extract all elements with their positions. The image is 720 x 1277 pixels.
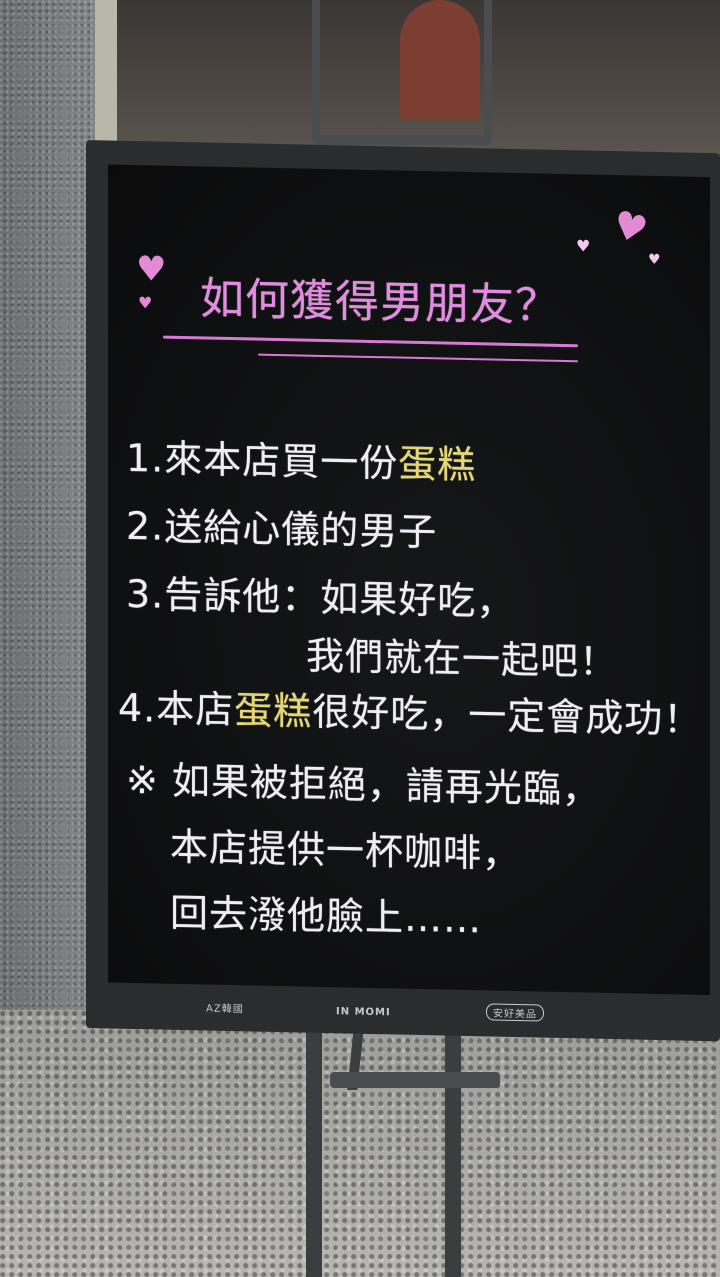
note-line-1: ※ 如果被拒絕，請再光臨， (126, 757, 601, 812)
step-1: 1.來本店買一份蛋糕 (126, 427, 476, 489)
heart-icon: ♥ (136, 249, 167, 290)
brand-label: AZ韓國 (206, 1003, 244, 1016)
title-underline (163, 335, 578, 348)
heart-icon: ♥ (648, 251, 661, 269)
step-4-text: 4.本店 (118, 685, 235, 733)
chalkboard-surface: ♥ ♥ ♥ ♥ ♥ 如何獲得男朋友？ 1.來本店買一份蛋糕 2.送給心儀的男子 … (108, 164, 710, 996)
board-title: 如何獲得男朋友？ (200, 273, 560, 332)
step-3: 3.告訴他：如果好吃， (126, 571, 516, 624)
note-line-2: 本店提供一杯咖啡， (170, 824, 522, 877)
easel-leg (306, 1000, 322, 1277)
heart-icon: ♥ (138, 293, 153, 313)
easel-leg (445, 1000, 461, 1277)
easel-crossbar (330, 1072, 500, 1088)
step-4: 4.本店蛋糕很好吃，一定會成功！ (118, 677, 702, 744)
note-line-3: 回去潑他臉上…… (170, 890, 483, 942)
brand-label: IN MOMI (336, 1006, 391, 1019)
window-frame (95, 0, 117, 150)
easel-handle (312, 0, 492, 145)
title-underline (258, 353, 578, 363)
heart-icon: ♥ (607, 201, 653, 254)
step-3-continued: 我們就在一起吧！ (306, 633, 619, 685)
chalkboard: ♥ ♥ ♥ ♥ ♥ 如何獲得男朋友？ 1.來本店買一份蛋糕 2.送給心儀的男子 … (86, 140, 720, 1042)
cake-highlight: 蛋糕 (398, 441, 477, 488)
brand-label: 安好美品 (486, 1003, 544, 1022)
cake-highlight: 蛋糕 (234, 688, 313, 734)
heart-icon: ♥ (576, 236, 591, 256)
photo-scene: ♥ ♥ ♥ ♥ ♥ 如何獲得男朋友？ 1.來本店買一份蛋糕 2.送給心儀的男子 … (0, 0, 720, 1277)
step-4-suffix: 很好吃，一定會成功！ (312, 689, 703, 742)
step-1-text: 1.來本店買一份 (126, 435, 399, 486)
step-2: 2.送給心儀的男子 (126, 503, 438, 555)
